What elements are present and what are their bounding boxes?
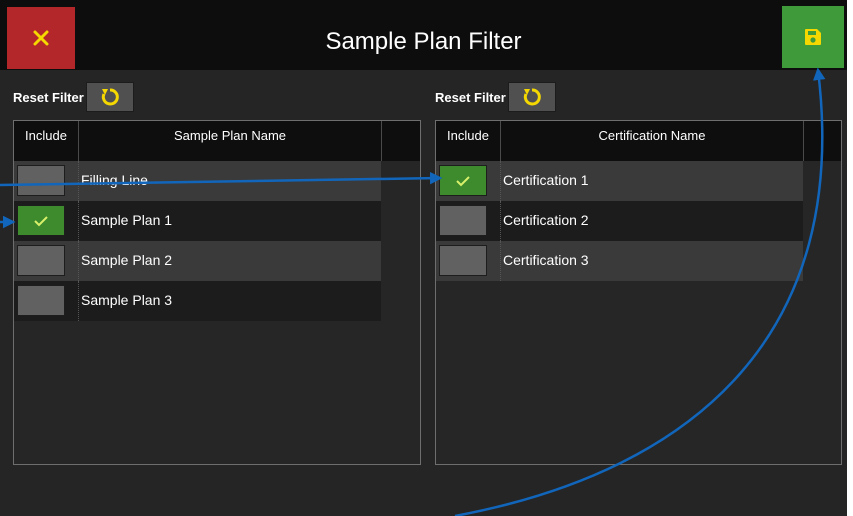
annotation-arrow-left [0,171,443,187]
annotation-arrows [0,67,826,516]
annotation-arrow-save [454,67,826,516]
